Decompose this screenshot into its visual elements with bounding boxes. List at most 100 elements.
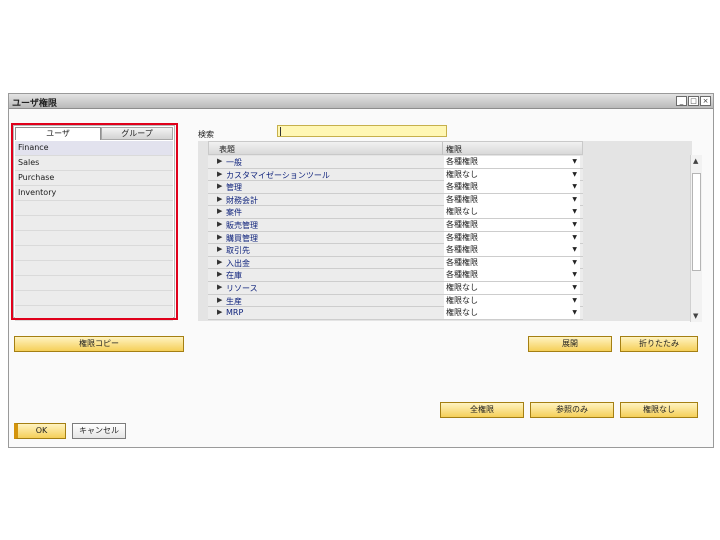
dropdown-arrow-icon[interactable]: ▼ — [572, 307, 577, 319]
expand-arrow-icon[interactable]: ▶ — [217, 220, 222, 228]
dropdown-arrow-icon[interactable]: ▼ — [572, 269, 577, 281]
list-item[interactable] — [15, 306, 173, 321]
list-item[interactable] — [15, 261, 173, 276]
dropdown-arrow-icon[interactable]: ▼ — [572, 257, 577, 269]
dropdown-arrow-icon[interactable]: ▼ — [572, 194, 577, 206]
expand-arrow-icon[interactable]: ▶ — [217, 170, 222, 178]
dropdown-arrow-icon[interactable]: ▼ — [572, 219, 577, 231]
permission-value: 各種権限 — [446, 182, 478, 192]
list-item[interactable]: Inventory — [15, 186, 173, 201]
permission-select[interactable]: 各種権限 ▼ — [444, 256, 580, 269]
full-permission-button[interactable]: 全権限 — [440, 402, 524, 418]
permission-value: 各種権限 — [446, 270, 478, 280]
scrollbar-thumb[interactable] — [692, 173, 701, 271]
dropdown-arrow-icon[interactable]: ▼ — [572, 206, 577, 218]
vertical-scrollbar[interactable]: ▲ ▼ — [690, 155, 702, 322]
window-title: ユーザ権限 — [12, 99, 57, 109]
table-row[interactable]: ▶ 在庫 各種権限 ▼ — [208, 269, 583, 282]
title-bar[interactable]: ユーザ権限 _ □ × — [9, 94, 713, 109]
expand-arrow-icon[interactable]: ▶ — [217, 308, 222, 316]
collapse-button[interactable]: 折りたたみ — [620, 336, 698, 352]
scroll-up-icon[interactable]: ▲ — [693, 157, 698, 165]
table-row[interactable]: ▶ 入出金 各種権限 ▼ — [208, 256, 583, 270]
dropdown-arrow-icon[interactable]: ▼ — [572, 282, 577, 294]
restore-icon[interactable]: □ — [688, 96, 699, 106]
minimize-icon[interactable]: _ — [676, 96, 687, 106]
table-row[interactable]: ▶ 一般 各種権限 ▼ — [208, 156, 583, 169]
permission-select[interactable]: 権限なし ▼ — [444, 168, 580, 181]
table-row[interactable]: ▶ リソース 権限なし ▼ — [208, 281, 583, 295]
table-row[interactable]: ▶ 取引先 各種権限 ▼ — [208, 244, 583, 257]
read-only-button[interactable]: 参照のみ — [530, 402, 614, 418]
list-item[interactable] — [15, 246, 173, 261]
table-header: 表題 権限 — [208, 141, 583, 155]
row-subject: 取引先 — [226, 246, 250, 256]
scroll-down-icon[interactable]: ▼ — [693, 312, 698, 320]
permission-value: 権限なし — [446, 295, 478, 305]
permission-value: 権限なし — [446, 207, 478, 217]
list-item[interactable] — [15, 231, 173, 246]
list-item[interactable]: Finance — [15, 141, 173, 156]
row-subject: 在庫 — [226, 271, 242, 281]
expand-arrow-icon[interactable]: ▶ — [217, 195, 222, 203]
expand-arrow-icon[interactable]: ▶ — [217, 182, 222, 190]
expand-arrow-icon[interactable]: ▶ — [217, 157, 222, 165]
table-row[interactable]: ▶ 案件 権限なし ▼ — [208, 206, 583, 219]
tab-group[interactable]: グループ — [101, 127, 173, 140]
row-subject: MRP — [226, 308, 244, 318]
table-row[interactable]: ▶ MRP 権限なし ▼ — [208, 307, 583, 320]
table-row[interactable]: ▶ 財務会計 各種権限 ▼ — [208, 193, 583, 207]
permission-select[interactable]: 各種権限 ▼ — [444, 156, 580, 168]
dropdown-arrow-icon[interactable]: ▼ — [572, 244, 577, 256]
permission-value: 権限なし — [446, 169, 478, 179]
permission-select[interactable]: 権限なし ▼ — [444, 281, 580, 294]
no-permission-button[interactable]: 権限なし — [620, 402, 698, 418]
window-controls: _ □ × — [676, 96, 711, 106]
ok-button[interactable]: OK — [14, 423, 66, 439]
permission-value: 権限なし — [446, 282, 478, 292]
dropdown-arrow-icon[interactable]: ▼ — [572, 232, 577, 244]
expand-button[interactable]: 展開 — [528, 336, 612, 352]
user-group-panel: ユーザ グループ Finance Sales Purchase Inventory — [13, 125, 175, 321]
table-row[interactable]: ▶ 管理 各種権限 ▼ — [208, 181, 583, 194]
permission-select[interactable]: 各種権限 ▼ — [444, 218, 580, 231]
copy-permissions-button[interactable]: 権限コピー — [14, 336, 184, 352]
header-divider — [442, 142, 443, 155]
expand-arrow-icon[interactable]: ▶ — [217, 270, 222, 278]
expand-arrow-icon[interactable]: ▶ — [217, 283, 222, 291]
permission-select[interactable]: 各種権限 ▼ — [444, 244, 580, 257]
expand-arrow-icon[interactable]: ▶ — [217, 296, 222, 304]
list-item[interactable] — [15, 201, 173, 216]
dropdown-arrow-icon[interactable]: ▼ — [572, 181, 577, 193]
row-subject: リソース — [226, 283, 258, 293]
list-item[interactable] — [15, 291, 173, 306]
expand-arrow-icon[interactable]: ▶ — [217, 245, 222, 253]
expand-arrow-icon[interactable]: ▶ — [217, 207, 222, 215]
table-row[interactable]: ▶ 販売管理 各種権限 ▼ — [208, 218, 583, 232]
permission-select[interactable]: 各種権限 ▼ — [444, 193, 580, 206]
permission-select[interactable]: 各種権限 ▼ — [444, 231, 580, 244]
table-row[interactable]: ▶ 生産 権限なし ▼ — [208, 294, 583, 308]
table-row[interactable]: ▶ カスタマイゼーションツール 権限なし ▼ — [208, 168, 583, 182]
expand-arrow-icon[interactable]: ▶ — [217, 258, 222, 266]
list-item[interactable]: Purchase — [15, 171, 173, 186]
permission-select[interactable]: 権限なし ▼ — [444, 206, 580, 219]
dropdown-arrow-icon[interactable]: ▼ — [572, 295, 577, 307]
close-icon[interactable]: × — [700, 96, 711, 106]
permission-select[interactable]: 各種権限 ▼ — [444, 269, 580, 282]
dropdown-arrow-icon[interactable]: ▼ — [572, 156, 577, 168]
permission-select[interactable]: 権限なし ▼ — [444, 294, 580, 307]
dropdown-arrow-icon[interactable]: ▼ — [572, 169, 577, 181]
list-item[interactable] — [15, 276, 173, 291]
list-item[interactable] — [15, 216, 173, 231]
permission-select[interactable]: 権限なし ▼ — [444, 307, 580, 320]
search-input[interactable] — [277, 125, 447, 137]
expand-arrow-icon[interactable]: ▶ — [217, 233, 222, 241]
cancel-button[interactable]: キャンセル — [72, 423, 126, 439]
search-label: 検索 — [198, 130, 214, 139]
tab-user[interactable]: ユーザ — [15, 127, 101, 140]
row-subject: 販売管理 — [226, 220, 258, 230]
permission-select[interactable]: 各種権限 ▼ — [444, 181, 580, 194]
list-item[interactable]: Sales — [15, 156, 173, 171]
table-row[interactable]: ▶ 購買管理 各種権限 ▼ — [208, 231, 583, 245]
